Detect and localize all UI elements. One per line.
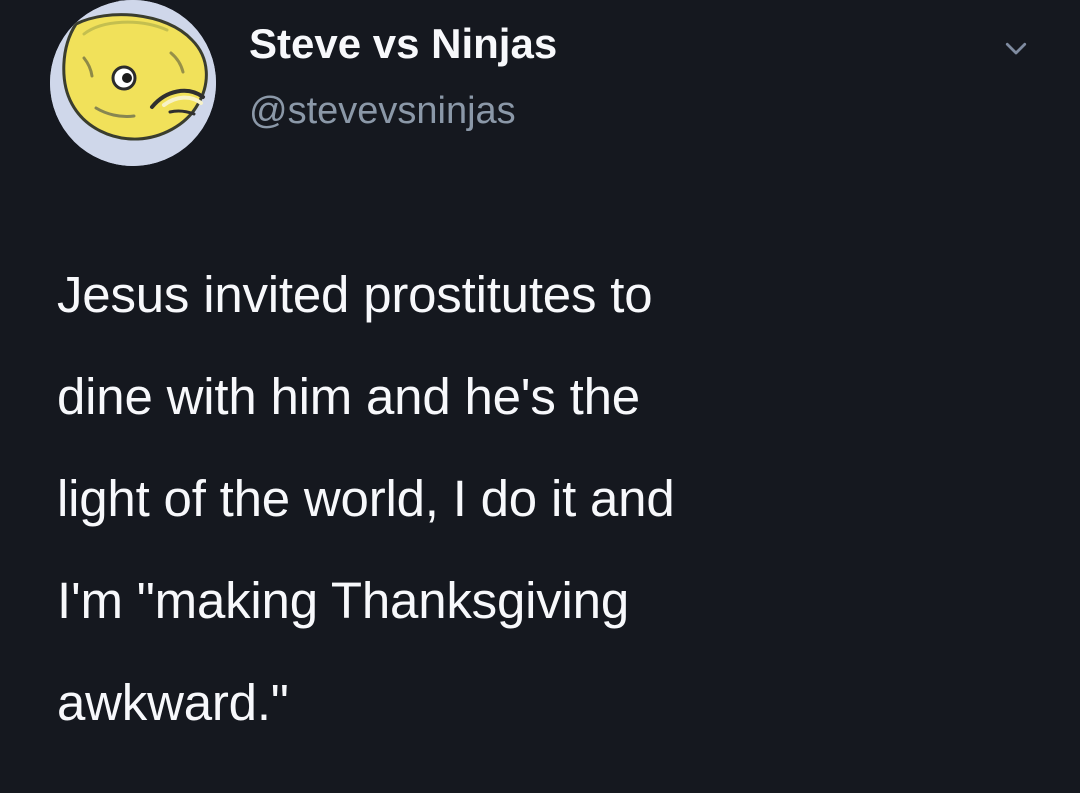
tweet-body: Jesus invited prostitutes to dine with h…	[57, 244, 1027, 754]
tweet-text: Jesus invited prostitutes to dine with h…	[57, 266, 675, 731]
tweet-menu-button[interactable]	[1000, 33, 1032, 63]
avatar[interactable]	[50, 0, 216, 166]
chevron-down-icon	[1005, 42, 1027, 55]
tweet-header: Steve vs Ninjas @stevevsninjas	[50, 0, 1080, 170]
user-handle[interactable]: @stevevsninjas	[249, 88, 899, 134]
fish-avatar-icon	[50, 0, 216, 166]
display-name[interactable]: Steve vs Ninjas	[249, 18, 899, 70]
author-info: Steve vs Ninjas @stevevsninjas	[249, 18, 899, 134]
tweet-card: Steve vs Ninjas @stevevsninjas Jesus inv…	[0, 0, 1080, 793]
